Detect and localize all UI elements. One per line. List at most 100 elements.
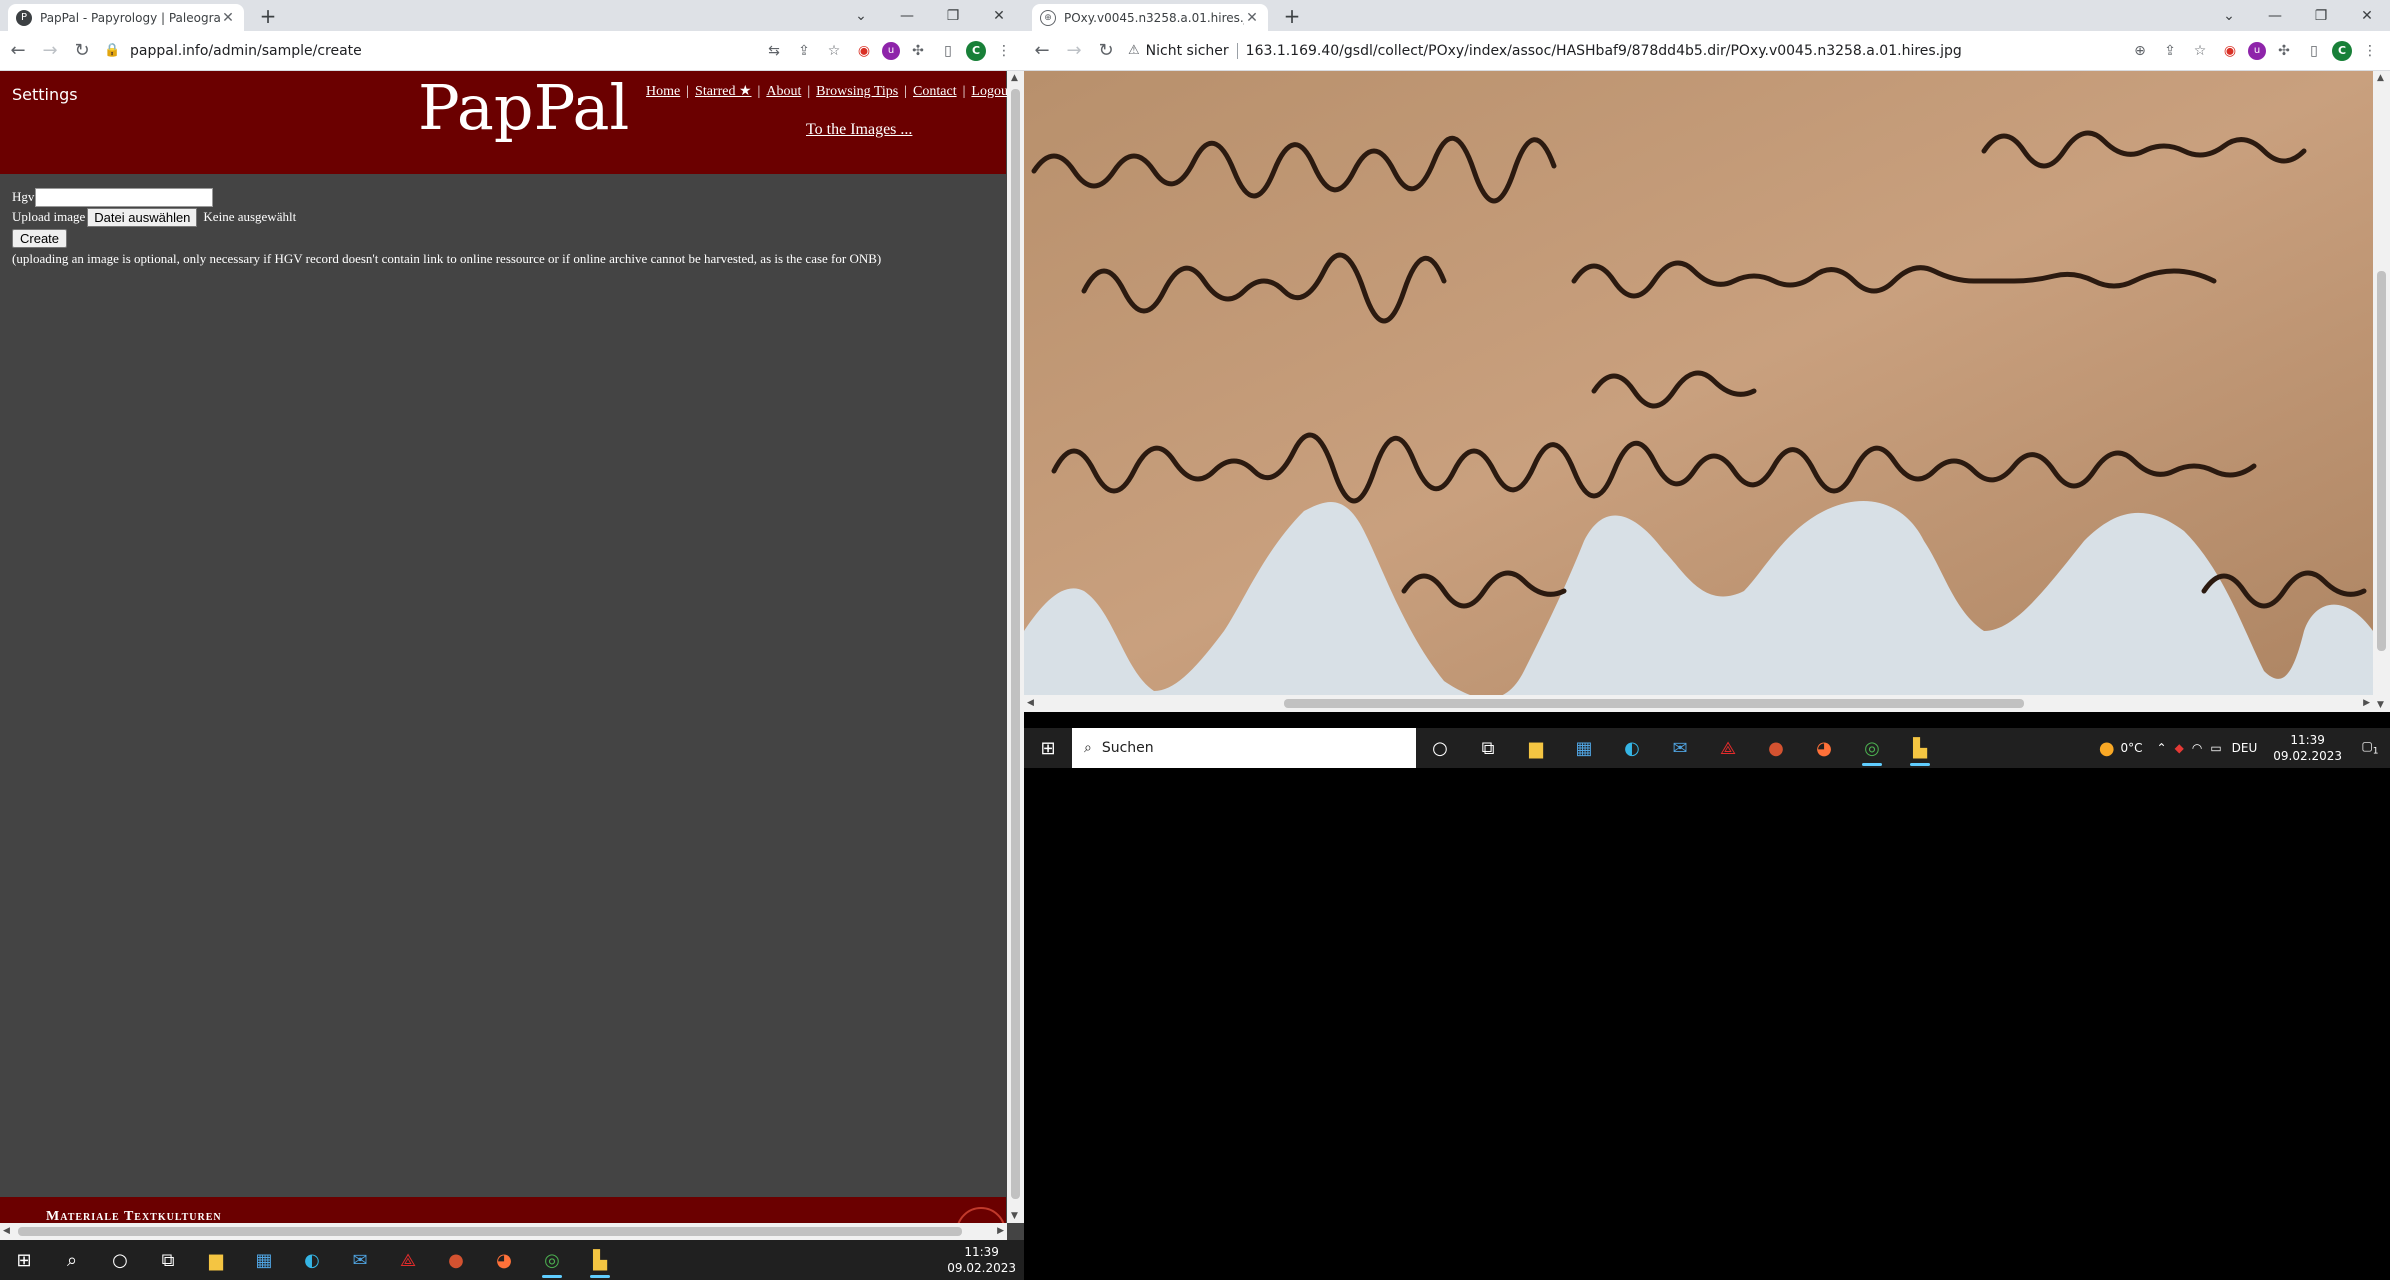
edge-icon[interactable]: ◐ bbox=[1608, 728, 1656, 768]
tab-poxy-image[interactable]: ⊕ POxy.v0045.n3258.a.01.hires.jpg ✕ bbox=[1032, 4, 1268, 31]
chrome-icon[interactable]: ◎ bbox=[1848, 728, 1896, 768]
edge-icon[interactable]: ◐ bbox=[288, 1240, 336, 1280]
close-window-icon[interactable]: ✕ bbox=[2344, 0, 2390, 31]
forward-icon[interactable]: → bbox=[1060, 37, 1088, 65]
profile-avatar[interactable]: C bbox=[966, 40, 986, 61]
scroll-right-icon[interactable]: ▶ bbox=[997, 1226, 1004, 1236]
menu-kebab-icon[interactable]: ⋮ bbox=[992, 39, 1016, 63]
cortana-icon[interactable]: ○ bbox=[96, 1240, 144, 1280]
temperature[interactable]: 0°C bbox=[2121, 741, 2143, 755]
share-icon[interactable]: ⇪ bbox=[792, 39, 816, 63]
store-icon[interactable]: ▦ bbox=[1560, 728, 1608, 768]
nav-about[interactable]: About bbox=[766, 84, 801, 99]
tab-close-icon[interactable]: ✕ bbox=[220, 10, 236, 26]
scroll-down-icon[interactable]: ▼ bbox=[2377, 700, 2384, 710]
explorer-open-icon[interactable]: ▙ bbox=[576, 1240, 624, 1280]
nav-contact[interactable]: Contact bbox=[913, 84, 957, 99]
scroll-right-icon[interactable]: ▶ bbox=[2363, 698, 2370, 708]
nav-starred[interactable]: Starred ★ bbox=[695, 84, 751, 99]
right-vertical-scrollbar[interactable]: ▲ ▼ bbox=[2373, 71, 2390, 712]
tab-close-icon[interactable]: ✕ bbox=[1244, 10, 1260, 26]
nav-browsing-tips[interactable]: Browsing Tips bbox=[816, 84, 898, 99]
mail-icon[interactable]: ✉ bbox=[1656, 728, 1704, 768]
extension-red-icon[interactable]: ◉ bbox=[852, 39, 876, 63]
nav-logout[interactable]: Logou bbox=[971, 84, 1008, 99]
windows-start-icon[interactable]: ⊞ bbox=[1024, 728, 1072, 768]
hgv-input[interactable] bbox=[35, 187, 214, 207]
extensions-puzzle-icon[interactable]: ✣ bbox=[906, 39, 930, 63]
acrobat-icon[interactable]: ⟁ bbox=[1704, 728, 1752, 768]
create-button[interactable]: Create bbox=[12, 228, 68, 248]
windows-start-icon[interactable]: ⊞ bbox=[0, 1240, 48, 1280]
firefox-icon[interactable]: ◕ bbox=[1800, 728, 1848, 768]
reload-icon[interactable]: ↻ bbox=[1092, 37, 1120, 65]
notifications-icon[interactable]: ▢1 bbox=[2350, 739, 2390, 756]
forward-icon[interactable]: → bbox=[36, 37, 64, 65]
tab-pappal[interactable]: P PapPal - Papyrology | Paleograph ✕ bbox=[8, 4, 244, 31]
right-clock[interactable]: 11:39 09.02.2023 bbox=[2265, 732, 2350, 764]
weather-icon[interactable]: ● bbox=[2099, 738, 2115, 759]
file-explorer-icon[interactable]: ▆ bbox=[192, 1240, 240, 1280]
extension-red-icon[interactable]: ◉ bbox=[2218, 39, 2242, 63]
scroll-down-icon[interactable]: ▼ bbox=[1011, 1211, 1018, 1221]
store-icon[interactable]: ▦ bbox=[240, 1240, 288, 1280]
reload-icon[interactable]: ↻ bbox=[68, 37, 96, 65]
tab-search-icon[interactable]: ⌄ bbox=[838, 0, 884, 31]
back-icon[interactable]: ← bbox=[1028, 37, 1056, 65]
tab-search-icon[interactable]: ⌄ bbox=[2206, 0, 2252, 31]
choose-file-button[interactable]: Datei auswählen bbox=[87, 207, 198, 227]
tray-chevron-icon[interactable]: ⌃ bbox=[2157, 741, 2167, 755]
restore-icon[interactable]: ❐ bbox=[2298, 0, 2344, 31]
nav-home[interactable]: Home bbox=[646, 84, 680, 99]
address-bar[interactable]: ⚠ Nicht sicher 163.1.169.40/gsdl/collect… bbox=[1128, 36, 2120, 66]
right-horizontal-scrollbar[interactable]: ◀ ▶ bbox=[1024, 695, 2373, 712]
extension-purple-icon[interactable]: u bbox=[2248, 41, 2266, 60]
papyrus-image[interactable] bbox=[1024, 71, 2373, 712]
chrome-icon[interactable]: ◎ bbox=[528, 1240, 576, 1280]
task-view-icon[interactable]: ⧉ bbox=[144, 1240, 192, 1280]
left-vscroll-thumb[interactable] bbox=[1011, 89, 1020, 1199]
powerpoint-icon[interactable]: ● bbox=[432, 1240, 480, 1280]
scroll-left-icon[interactable]: ◀ bbox=[3, 1226, 10, 1236]
scroll-up-icon[interactable]: ▲ bbox=[1011, 73, 1018, 83]
settings-link[interactable]: Settings bbox=[12, 85, 78, 104]
file-explorer-icon[interactable]: ▆ bbox=[1512, 728, 1560, 768]
left-horizontal-scrollbar[interactable]: ◀ ▶ bbox=[0, 1223, 1007, 1240]
translate-icon[interactable]: ⇆ bbox=[762, 39, 786, 63]
bookmark-star-icon[interactable]: ☆ bbox=[2188, 39, 2212, 63]
to-images-link[interactable]: To the Images ... bbox=[806, 121, 912, 139]
scroll-left-icon[interactable]: ◀ bbox=[1027, 698, 1034, 708]
address-bar[interactable]: 🔒 pappal.info/admin/sample/create bbox=[104, 36, 754, 66]
search-icon[interactable]: ⌕ bbox=[48, 1240, 96, 1280]
close-window-icon[interactable]: ✕ bbox=[976, 0, 1022, 31]
extension-purple-icon[interactable]: u bbox=[882, 41, 900, 60]
profile-avatar[interactable]: C bbox=[2332, 40, 2352, 61]
antivirus-icon[interactable]: ◆ bbox=[2175, 741, 2184, 755]
zoom-icon[interactable]: ⊕ bbox=[2128, 39, 2152, 63]
sidepanel-icon[interactable]: ▯ bbox=[936, 39, 960, 63]
mail-icon[interactable]: ✉ bbox=[336, 1240, 384, 1280]
right-vscroll-thumb[interactable] bbox=[2377, 271, 2386, 651]
restore-icon[interactable]: ❐ bbox=[930, 0, 976, 31]
taskbar-search-box[interactable]: ⌕ Suchen bbox=[1072, 728, 1416, 768]
explorer-open-icon[interactable]: ▙ bbox=[1896, 728, 1944, 768]
minimize-icon[interactable]: — bbox=[884, 0, 930, 31]
right-hscroll-thumb[interactable] bbox=[1284, 699, 2024, 708]
share-icon[interactable]: ⇪ bbox=[2158, 39, 2182, 63]
new-tab-button[interactable]: + bbox=[256, 4, 280, 28]
pappal-logo[interactable]: PapPal bbox=[418, 71, 629, 144]
firefox-icon[interactable]: ◕ bbox=[480, 1240, 528, 1280]
language-indicator[interactable]: DEU bbox=[2232, 741, 2258, 755]
powerpoint-icon[interactable]: ● bbox=[1752, 728, 1800, 768]
left-hscroll-thumb[interactable] bbox=[18, 1227, 962, 1236]
task-view-icon[interactable]: ⧉ bbox=[1464, 728, 1512, 768]
extensions-puzzle-icon[interactable]: ✣ bbox=[2272, 39, 2296, 63]
left-clock[interactable]: 11:39 09.02.2023 bbox=[939, 1244, 1024, 1276]
battery-icon[interactable]: ▭ bbox=[2210, 741, 2221, 755]
left-vertical-scrollbar[interactable]: ▲ ▼ bbox=[1007, 71, 1024, 1223]
scroll-up-icon[interactable]: ▲ bbox=[2377, 73, 2384, 83]
bookmark-star-icon[interactable]: ☆ bbox=[822, 39, 846, 63]
cortana-icon[interactable]: ○ bbox=[1416, 728, 1464, 768]
back-icon[interactable]: ← bbox=[4, 37, 32, 65]
wifi-icon[interactable]: ◠ bbox=[2192, 741, 2202, 755]
